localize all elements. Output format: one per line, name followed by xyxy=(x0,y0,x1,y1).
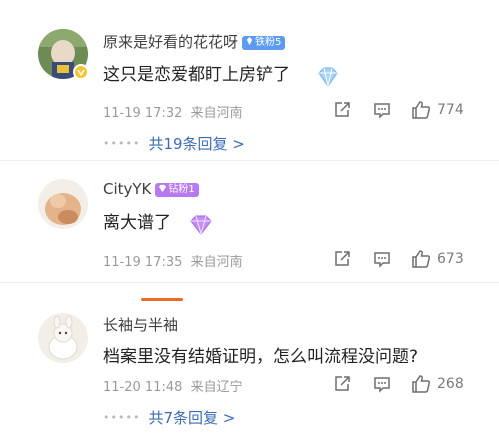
username[interactable]: 长袖与半袖 xyxy=(103,314,178,335)
dots-icon: ••••• xyxy=(103,411,141,424)
share-button[interactable] xyxy=(333,101,351,119)
comment-icon xyxy=(374,103,390,119)
diamond-icon xyxy=(246,37,253,46)
comment-text: 这只是恋爱都盯上房铲了 xyxy=(103,65,290,85)
comment-text: 离大谱了 xyxy=(103,213,171,233)
comment-button[interactable] xyxy=(373,250,391,268)
avatar[interactable] xyxy=(38,179,88,229)
like-icon xyxy=(412,250,431,268)
divider xyxy=(0,160,499,161)
comment-meta: 11-19 17:35 来自河南 xyxy=(103,255,243,270)
diamond-icon xyxy=(159,184,167,193)
share-icon xyxy=(335,376,350,391)
like-icon xyxy=(412,101,431,119)
like-count: 673 xyxy=(437,251,464,267)
like-count: 774 xyxy=(437,102,464,118)
like-count: 268 xyxy=(437,376,464,392)
comment-icon xyxy=(374,377,390,393)
comment-button[interactable] xyxy=(373,101,391,119)
like-button[interactable]: 268 xyxy=(411,374,464,394)
view-replies-link[interactable]: ••••• 共7条回复 > xyxy=(103,407,235,428)
diamond-emoji-icon xyxy=(190,215,212,236)
like-icon xyxy=(412,375,431,393)
comment-text: 档案里没有结婚证明，怎么叫流程没问题? xyxy=(103,347,419,367)
share-button[interactable] xyxy=(333,375,351,393)
share-icon xyxy=(335,102,350,117)
share-button[interactable] xyxy=(333,250,351,268)
comment-button[interactable] xyxy=(373,375,391,393)
like-button[interactable]: 673 xyxy=(411,249,464,269)
verified-v-icon xyxy=(73,64,89,80)
share-icon xyxy=(335,251,350,266)
comment-icon xyxy=(374,252,390,268)
username[interactable]: CityYK 钻粉1 xyxy=(103,180,199,198)
diamond-emoji-icon xyxy=(318,67,338,87)
view-replies-link[interactable]: ••••• 共19条回复 > xyxy=(103,133,245,154)
divider xyxy=(0,282,499,283)
fan-badge: 钻粉1 xyxy=(155,183,199,197)
tab-indicator xyxy=(141,298,183,301)
comment-meta: 11-19 17:32 来自河南 xyxy=(103,106,243,121)
avatar[interactable] xyxy=(38,313,88,363)
fan-badge: 铁粉5 xyxy=(242,36,286,50)
dots-icon: ••••• xyxy=(103,137,141,150)
like-button[interactable]: 774 xyxy=(411,100,464,120)
comment-meta: 11-20 11:48 来自辽宁 xyxy=(103,380,243,395)
username[interactable]: 原来是好看的花花呀 铁粉5 xyxy=(103,31,286,52)
